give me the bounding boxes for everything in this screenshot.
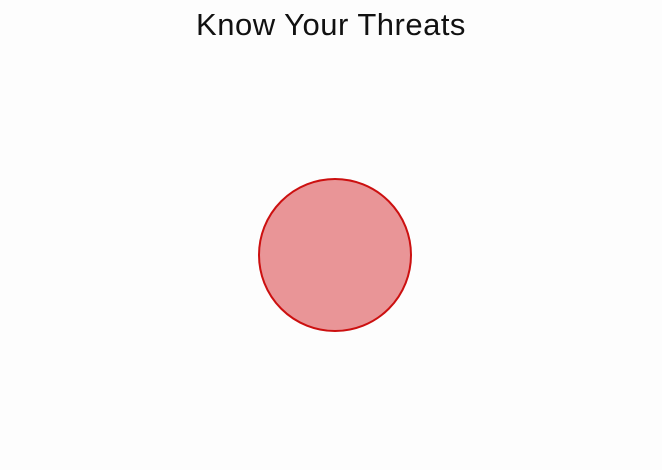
threat-circle (258, 178, 412, 332)
diagram-canvas (258, 178, 412, 332)
